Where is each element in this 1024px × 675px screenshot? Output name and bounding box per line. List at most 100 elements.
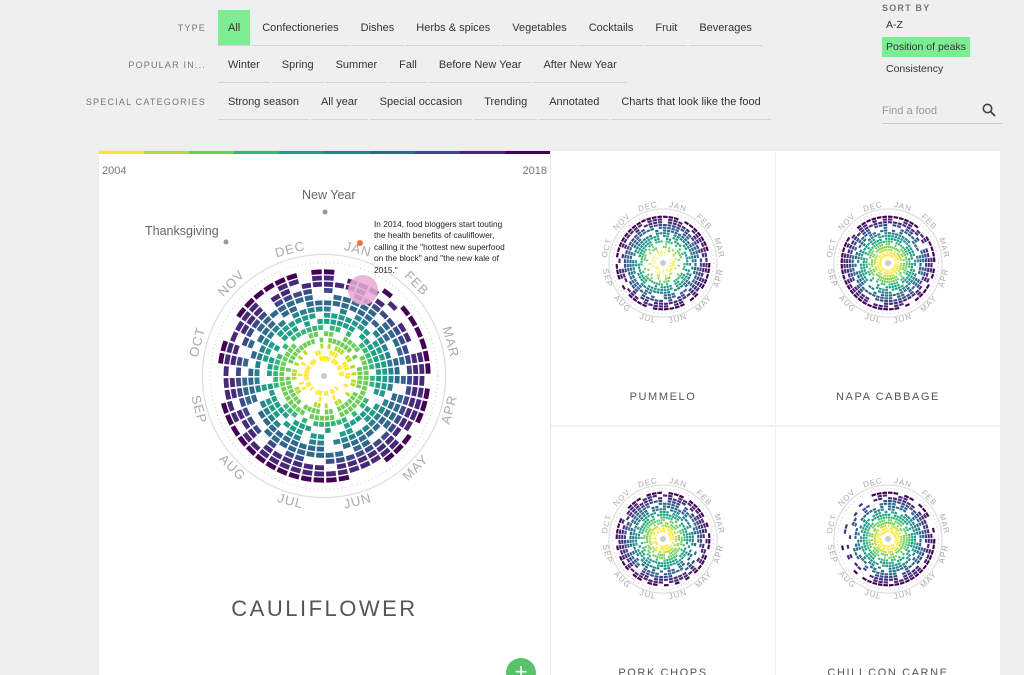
filter-option[interactable]: Charts that look like the food (611, 84, 771, 120)
chart-cell (624, 525, 629, 531)
chart-cell (700, 248, 704, 253)
food-card-chili-con-carne[interactable]: JAN FEB MAR APR MAY JUN JUL AUG SEP OCT NOV DEC CHI… (776, 427, 1000, 675)
chart-cell (653, 304, 658, 308)
chart-cell (913, 243, 918, 248)
filter-option[interactable]: Confectioneries (252, 10, 349, 46)
chart-cell (875, 243, 879, 247)
filter-option[interactable]: Annotated (539, 84, 610, 120)
sort-option[interactable]: Position of peaks (882, 37, 970, 57)
chart-cell (841, 247, 846, 253)
food-card-pummelo[interactable]: JAN FEB MAR APR MAY JUN JUL AUG SEP OCT NOV DEC PUM… (551, 151, 775, 425)
chart-cell (898, 495, 903, 499)
chart-cell (883, 302, 888, 305)
chart-cell (905, 541, 908, 544)
chart-cell (859, 249, 863, 253)
food-card-napa-cabbage[interactable]: JAN FEB MAR APR MAY JUN JUL AUG SEP OCT NOV DEC NAP… (776, 151, 1000, 425)
chart-cell (338, 411, 345, 418)
featured-food-card[interactable]: 2004 2018 JAN FEB MAR APR MAY JUN JUL AUG SEP OCT… (99, 151, 550, 675)
filter-option[interactable]: Special occasion (369, 84, 473, 120)
chart-cell (302, 349, 308, 356)
chart-cell (872, 238, 876, 242)
chart-cell (632, 532, 635, 536)
chart-cell (884, 294, 888, 297)
chart-cell (902, 534, 905, 537)
filter-option[interactable]: Cocktails (578, 10, 644, 46)
chart-cell (664, 274, 667, 278)
chart-cell (646, 569, 651, 574)
search-icon[interactable] (982, 103, 996, 122)
chart-cell (841, 269, 845, 275)
chart-cell (641, 252, 645, 256)
annotation-marker[interactable] (357, 240, 363, 246)
sort-option[interactable]: A-Z (882, 15, 907, 35)
chart-cell (250, 394, 258, 403)
search-input[interactable] (882, 100, 978, 122)
filter-option[interactable]: Fall (389, 47, 427, 83)
chart-cell (904, 267, 908, 270)
chart-cell (676, 511, 680, 516)
chart-cell (643, 256, 647, 259)
filter-option[interactable]: Summer (325, 47, 388, 83)
chart-cell (394, 366, 400, 375)
sort-option[interactable]: Consistency (882, 59, 947, 79)
chart-cell (693, 254, 697, 259)
month-label: SEP (826, 268, 840, 289)
chart-cell (387, 383, 393, 392)
filter-option[interactable]: Herbs & spices (406, 10, 501, 46)
chart-cell (892, 221, 898, 225)
food-card-pork-chops[interactable]: JAN FEB MAR APR MAY JUN JUL AUG SEP OCT NOV DEC POR… (551, 427, 775, 675)
chart-cell (640, 278, 644, 282)
chart-cell (677, 539, 681, 541)
filter-option[interactable]: Before New Year (428, 47, 532, 83)
chart-cell (325, 421, 331, 427)
chart-cell (873, 259, 877, 262)
chart-cell (680, 272, 684, 276)
filter-option[interactable]: After New Year (533, 47, 627, 83)
chart-cell (917, 546, 921, 551)
chart-cell (367, 357, 374, 365)
chart-cell (663, 502, 667, 505)
chart-cell (884, 291, 888, 294)
chart-cell (921, 267, 925, 271)
filter-option[interactable]: Strong season (218, 84, 309, 120)
chart-cell (686, 272, 690, 276)
filter-option[interactable]: Winter (218, 47, 270, 83)
chart-cell (657, 553, 660, 556)
chart-cell (891, 508, 895, 511)
chart-cell (879, 241, 883, 244)
chart-cell (643, 284, 647, 289)
chart-cell (282, 343, 289, 350)
chart-cell (654, 238, 657, 242)
filter-option[interactable]: Dishes (350, 10, 405, 46)
chart-cell (851, 259, 854, 263)
chart-cell (655, 257, 658, 260)
chart-cell (422, 350, 430, 362)
chart-cell (658, 308, 663, 311)
chart-cell (842, 274, 846, 280)
chart-cell (319, 356, 322, 362)
chart-cell (860, 529, 864, 533)
chart-cell (662, 545, 663, 548)
filter-option[interactable]: All year (310, 84, 368, 120)
chart-cell (646, 259, 649, 262)
chart-cell (667, 221, 673, 225)
chart-cell (341, 416, 348, 424)
chart-cell (878, 235, 882, 239)
chart-cell (868, 532, 872, 535)
filter-option[interactable]: Spring (271, 47, 324, 83)
chart-cell (232, 344, 240, 355)
filter-option[interactable]: Beverages (689, 10, 762, 46)
chart-cell (634, 260, 638, 263)
filter-option[interactable]: Vegetables (502, 10, 577, 46)
chart-cell (683, 536, 686, 539)
chart-cell (295, 428, 304, 436)
filter-option[interactable]: Fruit (645, 10, 688, 46)
chart-cell (643, 541, 646, 544)
chart-cell (634, 539, 638, 543)
chart-cell (905, 258, 908, 261)
filter-option[interactable]: Trending (474, 84, 538, 120)
filter-option[interactable]: All (218, 10, 251, 46)
chart-cell (693, 542, 697, 547)
chart-cell (654, 537, 657, 539)
chart-cell (616, 545, 620, 551)
